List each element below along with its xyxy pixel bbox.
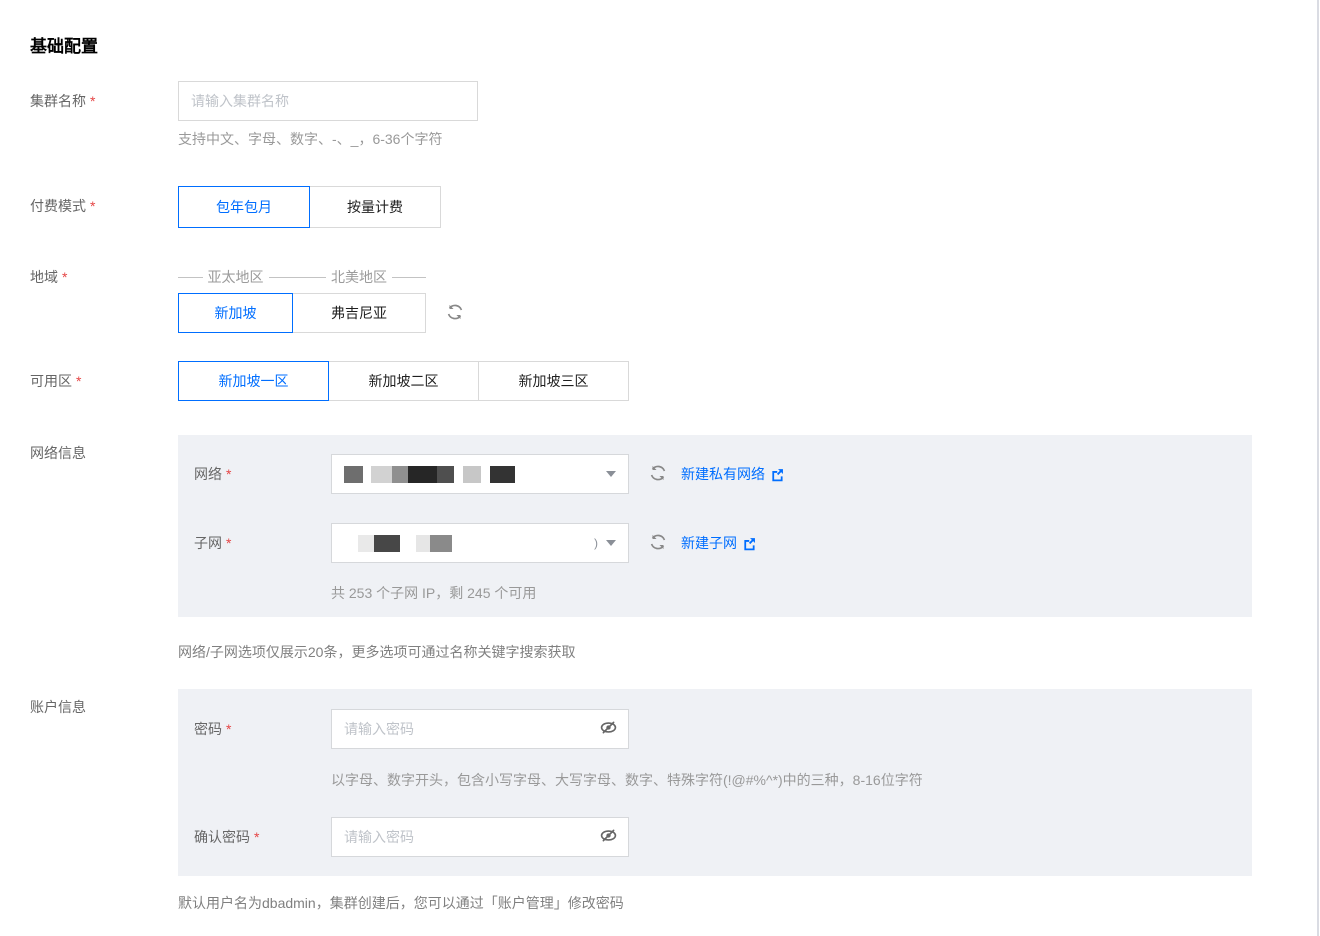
network-info-panel: 网络 * 新建私有网络 子网 *) 新建子网 共 253 个子网 IP，剩 2… xyxy=(178,435,1252,617)
external-link-icon xyxy=(742,536,757,551)
zone-option-2[interactable]: 新加坡二区 xyxy=(328,361,479,401)
page-right-divider xyxy=(1317,0,1319,936)
pay-mode-option-prepaid[interactable]: 包年包月 xyxy=(178,186,310,228)
required-mark: * xyxy=(226,466,232,482)
vpc-label: 网络 * xyxy=(194,466,232,482)
pay-mode-group: 包年包月 按量计费 xyxy=(178,186,441,228)
create-subnet-link[interactable]: 新建子网 xyxy=(681,523,757,563)
cluster-name-input[interactable] xyxy=(178,81,478,121)
vpc-row: 网络 * 新建私有网络 xyxy=(194,454,1252,494)
page-title: 基础配置 xyxy=(30,37,98,56)
basic-config-section: 基础配置 集群名称* 支持中文、字母、数字、-、_，6-36个字符 付费模式* … xyxy=(0,0,1320,913)
eye-off-icon xyxy=(599,826,618,848)
chevron-down-icon xyxy=(606,471,616,477)
password-input[interactable] xyxy=(344,721,599,737)
zone-group: 新加坡一区 新加坡二区 新加坡三区 xyxy=(178,361,629,401)
confirm-password-visibility-toggle[interactable] xyxy=(599,826,618,848)
external-link-icon xyxy=(770,467,785,482)
region-row: 地域 * 亚太地区 北美地区 新加坡 弗吉尼亚 xyxy=(30,267,1290,333)
required-mark: * xyxy=(226,721,232,737)
required-mark: * xyxy=(76,373,82,389)
account-info-label: 账户信息 xyxy=(30,699,86,715)
account-info-panel: 密码 * 以字母、数字开头，包含小写字母、大写字母、数字、特殊字符(!@#%^*… xyxy=(178,689,1252,876)
pay-mode-row: 付费模式 * 包年包月 按量计费 xyxy=(30,186,1290,228)
redacted-vpc-value xyxy=(344,465,598,483)
region-group-apac: 亚太地区 xyxy=(178,267,293,287)
confirm-password-label: 确认密码 * xyxy=(194,829,260,845)
refresh-icon xyxy=(446,303,464,324)
eye-off-icon xyxy=(599,718,618,740)
network-info-label: 网络信息 xyxy=(30,445,86,461)
zone-option-3[interactable]: 新加坡三区 xyxy=(478,361,629,401)
password-field xyxy=(331,709,629,749)
network-info-row: 网络信息 网络 * 新建私有网络 子网 *) 新建子网 共 253 个子网 I… xyxy=(30,435,1290,662)
account-note: 默认用户名为dbadmin，集群创建后，您可以通过「账户管理」修改密码 xyxy=(178,895,624,911)
cluster-name-label: 集群名称 * xyxy=(30,93,96,109)
password-visibility-toggle[interactable] xyxy=(599,718,618,740)
pay-mode-label: 付费模式 * xyxy=(30,198,96,214)
required-mark: * xyxy=(226,535,232,551)
password-row: 密码 * xyxy=(194,709,1252,749)
chevron-down-icon xyxy=(606,540,616,546)
account-info-row: 账户信息 密码 * 以字母、数字开头，包含小写字母、大写字母、数字、特殊字符(!… xyxy=(30,689,1290,913)
region-group: 新加坡 弗吉尼亚 xyxy=(178,293,426,333)
confirm-password-row: 确认密码 * xyxy=(194,817,1252,857)
cluster-name-hint: 支持中文、字母、数字、-、_，6-36个字符 xyxy=(178,131,443,147)
region-option-virginia[interactable]: 弗吉尼亚 xyxy=(292,293,426,333)
redacted-subnet-value xyxy=(344,534,594,552)
vpc-refresh-button[interactable] xyxy=(649,454,667,494)
region-option-singapore[interactable]: 新加坡 xyxy=(178,293,293,333)
required-mark: * xyxy=(254,829,260,845)
vpc-select[interactable] xyxy=(331,454,629,494)
subnet-row: 子网 * ) 新建子网 xyxy=(194,523,1252,563)
required-mark: * xyxy=(90,198,96,214)
subnet-label: 子网 * xyxy=(194,535,232,551)
zone-label: 可用区 * xyxy=(30,373,82,389)
password-hint: 以字母、数字开头，包含小写字母、大写字母、数字、特殊字符(!@#%^*)中的三种… xyxy=(331,772,923,788)
refresh-icon xyxy=(649,464,667,485)
pay-mode-option-postpaid[interactable]: 按量计费 xyxy=(309,186,441,228)
confirm-password-input[interactable] xyxy=(344,829,599,845)
subnet-text-fragment: ) xyxy=(594,536,598,550)
subnet-ip-hint: 共 253 个子网 IP，剩 245 个可用 xyxy=(331,585,537,601)
required-mark: * xyxy=(62,269,68,285)
confirm-password-field xyxy=(331,817,629,857)
region-group-na: 北美地区 xyxy=(292,267,426,287)
required-mark: * xyxy=(90,93,96,109)
refresh-icon xyxy=(649,533,667,554)
zone-row: 可用区 * 新加坡一区 新加坡二区 新加坡三区 xyxy=(30,361,1290,401)
network-note: 网络/子网选项仅展示20条，更多选项可通过名称关键字搜索获取 xyxy=(178,644,576,660)
zone-option-1[interactable]: 新加坡一区 xyxy=(178,361,329,401)
subnet-select[interactable]: ) xyxy=(331,523,629,563)
region-group-headers: 亚太地区 北美地区 xyxy=(178,267,464,287)
cluster-name-row: 集群名称* 支持中文、字母、数字、-、_，6-36个字符 xyxy=(30,81,1290,149)
subnet-refresh-button[interactable] xyxy=(649,523,667,563)
password-label: 密码 * xyxy=(194,721,232,737)
region-refresh-button[interactable] xyxy=(446,293,464,333)
region-label: 地域 * xyxy=(30,269,68,285)
create-vpc-link[interactable]: 新建私有网络 xyxy=(681,454,785,494)
